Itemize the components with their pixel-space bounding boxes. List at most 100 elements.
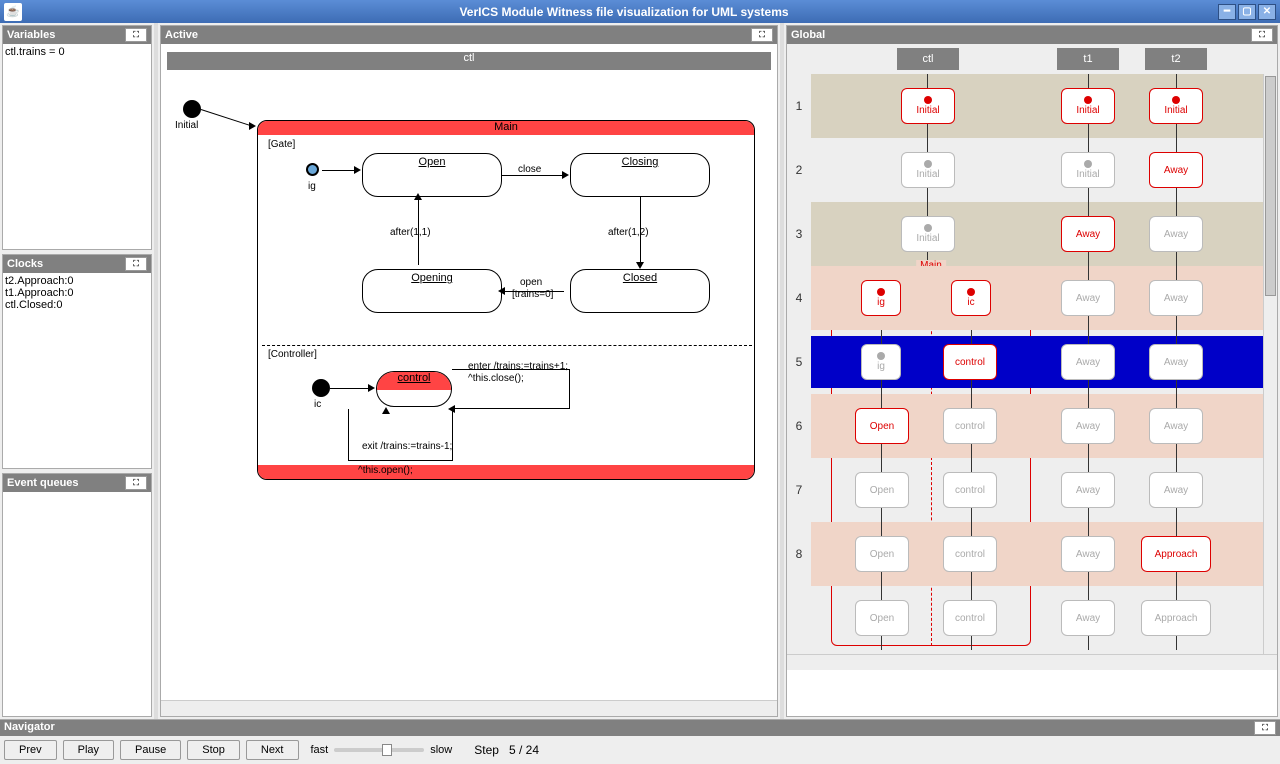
main-state: Main [Gate] ig Open Closing Closed Openi… [257,120,755,480]
row-5: ig control Away Away [811,330,1263,394]
expand-icon[interactable]: ⛶ [125,28,147,42]
ig-label: ig [308,181,316,192]
row-num: 1 [787,74,811,138]
row-num: 6 [787,394,811,458]
step-total: 24 [526,743,539,757]
col-t2: t2 [1145,48,1207,70]
row-num: 2 [787,138,811,202]
eventq-title: Event queues [7,477,79,489]
window-title: VerICS Module Witness file visualization… [30,5,1218,19]
global-canvas[interactable]: ctl t1 t2 1 2 3 4 5 6 7 8 Initial I [787,44,1277,654]
controller-region: [Controller] [268,349,317,360]
next-button[interactable]: Next [246,740,299,760]
close-button[interactable]: ✕ [1258,4,1276,20]
row-num: 5 [787,330,811,394]
open-guard1: open [520,277,542,288]
prev-button[interactable]: Prev [4,740,57,760]
arrow [322,170,356,171]
h-scrollbar[interactable] [161,700,777,716]
after11: after(1,1) [390,227,431,238]
open-guard2: [trains=0] [512,289,553,300]
variables-panel: Variables ⛶ ctl.trains = 0 [2,25,152,250]
row-3: Initial Away Away [811,202,1263,266]
self-loop-2 [348,409,452,461]
arrow [201,109,251,126]
row-num: 7 [787,458,811,522]
arrow [452,409,453,461]
region-divider [262,345,752,346]
clock-item: t2.Approach:0 [5,275,149,287]
arrowhead-icon [354,166,361,174]
ic-label: ic [314,399,321,410]
arrowhead-icon [368,384,375,392]
navigator-title: Navigator [4,721,55,735]
h-scrollbar[interactable] [787,654,1277,670]
clocks-panel: Clocks ⛶ t2.Approach:0 t1.Approach:0 ctl… [2,254,152,469]
open-state: Open [362,153,502,197]
expand-icon[interactable]: ⛶ [751,28,773,42]
expand-icon[interactable]: ⛶ [1254,721,1276,735]
step-label: Step [474,743,499,757]
v-scrollbar[interactable] [1263,74,1277,654]
java-icon: ☕ [4,3,22,21]
arrowhead-icon [382,407,390,414]
fast-label: fast [311,744,329,756]
expand-icon[interactable]: ⛶ [125,257,147,271]
closed-state: Closed [570,269,710,313]
stop-button[interactable]: Stop [187,740,240,760]
exit-label: exit /trains:=trains-1; [362,441,452,452]
initial-pseudo [183,100,201,118]
arrowhead-icon [636,262,644,269]
ctl-header: ctl [167,52,771,70]
row-num: 3 [787,202,811,266]
gate-region: [Gate] [268,139,295,150]
play-button[interactable]: Play [63,740,114,760]
close-label: close [518,164,541,175]
row-9: Open control Away Approach [811,586,1263,650]
clock-item: ctl.Closed:0 [5,299,149,311]
arrow [330,388,370,389]
row-4: ig ic Away Away [811,266,1263,330]
title-bar: ☕ VerICS Module Witness file visualizati… [0,0,1280,23]
closing-state: Closing [570,153,710,197]
ig-pseudo [306,163,319,176]
active-title: Active [165,29,198,41]
row-7: Open control Away Away [811,458,1263,522]
arrowhead-icon [562,171,569,179]
clocks-title: Clocks [7,258,43,270]
col-t1: t1 [1057,48,1119,70]
enter-label: enter /trains:=trains+1; [468,361,568,372]
arrowhead-icon [498,287,505,295]
control-state: control [376,371,452,407]
row-8: Open control Away Approach [811,522,1263,586]
opening-state: Opening [362,269,502,313]
variables-title: Variables [7,29,55,41]
minimize-button[interactable]: ━ [1218,4,1236,20]
thisopen-label: ^this.open(); [258,465,754,479]
slow-label: slow [430,744,452,756]
expand-icon[interactable]: ⛶ [125,476,147,490]
thisclose-label: ^this.close(); [468,373,524,384]
row-6: Open control Away Away [811,394,1263,458]
eventqueue-panel: Event queues ⛶ [2,473,152,717]
arrowhead-icon [249,122,256,130]
row-1: Initial Initial Initial [811,74,1263,138]
row-num: 8 [787,522,811,586]
row-num: 4 [787,266,811,330]
speed-slider[interactable] [334,748,424,752]
maximize-button[interactable]: ▢ [1238,4,1256,20]
global-title: Global [791,29,825,41]
col-ctl: ctl [897,48,959,70]
expand-icon[interactable]: ⛶ [1251,28,1273,42]
clock-item: t1.Approach:0 [5,287,149,299]
variable-item: ctl.trains = 0 [5,46,149,58]
arrow [502,175,564,176]
arrowhead-icon [414,193,422,200]
step-current: 5 [509,743,516,757]
active-canvas[interactable]: ctl Initial Main [Gate] ig Open Clos [161,44,777,700]
main-label: Main [258,121,754,135]
after12: after(1,2) [608,227,649,238]
pause-button[interactable]: Pause [120,740,181,760]
ic-pseudo [312,379,330,397]
row-2: Initial Initial Away [811,138,1263,202]
